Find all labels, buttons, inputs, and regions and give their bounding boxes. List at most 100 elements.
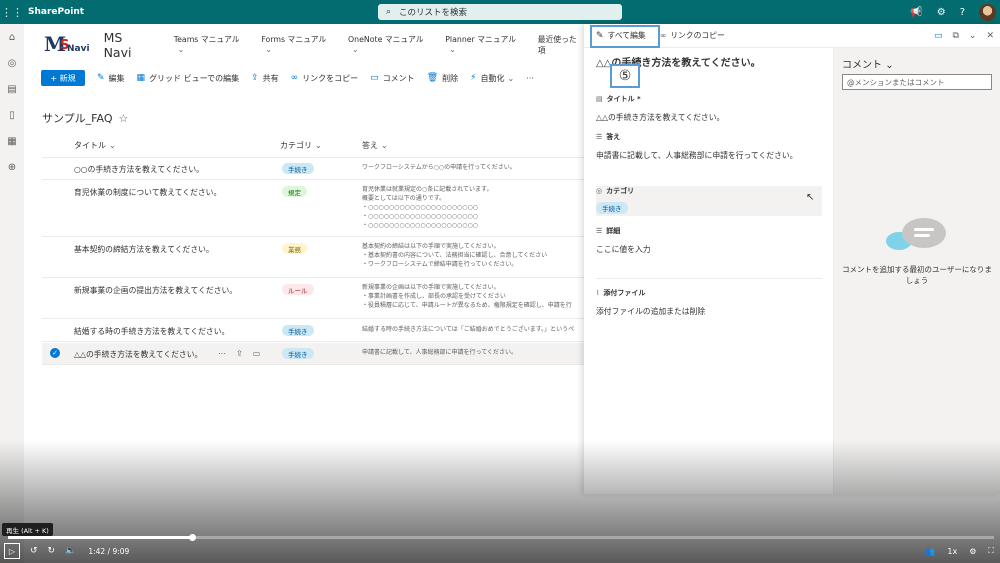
rewind-icon[interactable]: ↺	[30, 546, 38, 556]
automate-label: 自動化	[480, 73, 505, 83]
help-icon[interactable]: ?	[960, 7, 965, 18]
category-pill: 業務	[282, 243, 307, 254]
progress-fill	[8, 536, 193, 539]
document-icon[interactable]: ▯	[9, 110, 15, 121]
comment-toggle-icon[interactable]: ▭	[934, 31, 943, 41]
more-icon[interactable]: ⋯	[218, 349, 226, 358]
column-header-category[interactable]: カテゴリ ⌄	[280, 140, 322, 151]
row-checkmark-icon[interactable]: ✓	[50, 348, 60, 358]
nav-item-forms[interactable]: Forms マニュアル⌄	[261, 34, 336, 56]
more-button[interactable]: ···	[526, 74, 534, 83]
forward-icon[interactable]: ↻	[48, 546, 56, 556]
settings-icon[interactable]: ⚙	[969, 547, 976, 556]
home-icon[interactable]: ⌂	[9, 32, 15, 43]
table-row[interactable]: 新規事業の企画の提出方法を教えてください。 ルール 新規事業の企画は以下の手順で…	[42, 279, 587, 319]
open-window-icon[interactable]: ⧉	[952, 31, 958, 41]
grid-label: グリッド ビューでの編集	[149, 73, 240, 83]
paperclip-icon: ⌇	[596, 289, 600, 297]
list-icon[interactable]: ▦	[7, 136, 16, 147]
list-title-text: サンプル_FAQ	[42, 112, 113, 125]
nav-item-onenote[interactable]: OneNote マニュアル⌄	[348, 34, 433, 56]
comment-icon[interactable]: ▭	[253, 349, 261, 358]
column-header-answer[interactable]: 答え ⌄	[362, 140, 388, 151]
field-value[interactable]: 添付ファイルの追加または削除	[596, 306, 822, 317]
site-header: M S Navi MS Navi Teams マニュアル⌄ Forms マニュア…	[24, 24, 584, 66]
table-row[interactable]: 基本契約の締結方法を教えてください。 業務 基本契約の締結は以下の手順で実施して…	[42, 238, 587, 278]
field-answer[interactable]: ☰ 答え 申請書に記載して、人事総務部に申請を行ってください。	[596, 132, 822, 161]
link-icon: ∞	[659, 31, 667, 40]
site-title[interactable]: MS Navi	[104, 30, 154, 60]
column-header-title[interactable]: タイトル ⌄	[74, 140, 116, 151]
grid-icon: ▦	[136, 73, 146, 83]
brand-name[interactable]: SharePoint	[28, 7, 84, 17]
nav-label: 最近使った項	[537, 35, 577, 55]
field-attachments[interactable]: ⌇ 添付ファイル 添付ファイルの追加または削除	[596, 288, 822, 317]
chevron-down-icon: ⌄	[352, 45, 359, 54]
fullscreen-icon[interactable]: ⛶	[988, 546, 994, 556]
table-row[interactable]: 結婚する時の手続き方法を教えてください。 手続き 結婚する時の手続き方法について…	[42, 320, 587, 342]
mouse-cursor-icon: ↖	[806, 192, 815, 203]
nav-item-recent[interactable]: 最近使った項	[538, 34, 584, 56]
avatar[interactable]	[979, 3, 996, 21]
comments-header[interactable]: コメント ⌄	[842, 56, 894, 71]
people-icon[interactable]: 👥	[925, 547, 935, 556]
chevron-down-icon: ⌄	[449, 45, 456, 54]
chevron-down-icon[interactable]: ⌄	[969, 31, 977, 41]
globe-icon[interactable]: ◎	[8, 58, 17, 69]
edit-button[interactable]: ✎ 編集	[97, 73, 125, 84]
comments-illustration-icon	[884, 218, 954, 258]
nav-item-teams[interactable]: Teams マニュアル⌄	[174, 34, 250, 56]
field-title[interactable]: ▤ タイトル * △△の手続き方法を教えてください。	[596, 94, 822, 123]
answer-line: ワークフローシステムから○○の申請を行ってください。	[362, 164, 516, 171]
top-nav: Teams マニュアル⌄ Forms マニュアル⌄ OneNote マニュアル⌄…	[174, 34, 584, 56]
megaphone-icon[interactable]: 📢	[910, 7, 922, 18]
comment-button[interactable]: ▭ コメント	[370, 73, 415, 84]
video-progress-bar[interactable]	[8, 534, 994, 541]
close-icon[interactable]: ✕	[986, 31, 994, 41]
copy-link-button[interactable]: ∞ リンクのコピー	[660, 30, 725, 41]
table-row-selected[interactable]: ✓ △△の手続き方法を教えてください。 ⋯ ⇪ ▭ 手続き 申請書に記載して、人…	[42, 343, 587, 365]
row-title[interactable]: 結婚する時の手続き方法を教えてください。	[74, 326, 229, 337]
play-icon[interactable]: ▷	[4, 543, 20, 559]
delete-label: 削除	[442, 73, 459, 83]
nav-item-planner[interactable]: Planner マニュアル⌄	[445, 34, 525, 56]
row-title[interactable]: 育児休業の制度について教えてください。	[74, 187, 221, 198]
row-title[interactable]: ○○の手続き方法を教えてください。	[74, 164, 204, 175]
field-category[interactable]: ◎ カテゴリ 手続き	[596, 186, 822, 216]
trash-icon: 🗑	[426, 73, 439, 83]
copylink-label: リンクをコピー	[302, 73, 359, 83]
table-row[interactable]: ○○の手続き方法を教えてください。 手続き ワークフローシステムから○○の申請を…	[42, 158, 587, 180]
row-title[interactable]: △△の手続き方法を教えてください。	[74, 349, 202, 360]
share-label: 共有	[262, 73, 279, 83]
add-circle-icon[interactable]: ⊕	[8, 162, 16, 173]
new-button[interactable]: + 新規	[41, 70, 85, 86]
copy-link-button[interactable]: ∞ リンクをコピー	[291, 73, 359, 84]
comment-input[interactable]: @メンションまたはコメント	[842, 74, 992, 90]
volume-icon[interactable]: 🔈	[65, 546, 76, 556]
step-marker: ⑤	[610, 64, 640, 88]
row-answer: 基本契約の締結は以下の手順で実施してください。 ・基本契約書の内容について、法務…	[362, 242, 587, 269]
field-value[interactable]: ここに値を入力	[596, 244, 822, 255]
command-bar: + 新規 ✎ 編集 ▦ グリッド ビューでの編集 ⇪ 共有 ∞ リンクをコピー ▭ コメン…	[24, 66, 584, 90]
grid-edit-button[interactable]: ▦ グリッド ビューでの編集	[137, 73, 240, 84]
row-title[interactable]: 新規事業の企画の提出方法を教えてください。	[74, 285, 237, 296]
table-row[interactable]: 育児休業の制度について教えてください。 規定 育児休業は就業規定の○条に記載され…	[42, 181, 587, 237]
gear-icon[interactable]: ⚙	[937, 7, 946, 18]
site-logo[interactable]: M S Navi	[44, 30, 90, 60]
app-launcher-icon[interactable]: ⋮⋮	[0, 0, 24, 24]
speed-button[interactable]: 1x	[947, 547, 957, 556]
field-value[interactable]: 申請書に記載して、人事総務部に申請を行ってください。	[596, 150, 822, 161]
field-detail[interactable]: ☰ 詳細 ここに値を入力	[596, 226, 822, 255]
star-icon[interactable]: ☆	[118, 112, 128, 125]
answer-line: 結婚する時の手続き方法については「ご結婚おめでとうございます。」というペ	[362, 326, 575, 333]
multiline-field-icon: ☰	[596, 133, 603, 141]
news-icon[interactable]: ▤	[7, 84, 16, 95]
search-box[interactable]: ⌕ このリストを検索	[378, 4, 622, 20]
field-value[interactable]: △△の手続き方法を教えてください。	[596, 112, 822, 123]
automate-button[interactable]: ⚡ 自動化 ⌄	[470, 73, 514, 84]
row-title[interactable]: 基本契約の締結方法を教えてください。	[74, 244, 214, 255]
share-button[interactable]: ⇪ 共有	[251, 73, 279, 84]
delete-button[interactable]: 🗑 削除	[427, 73, 458, 84]
answer-line: 基本契約の締結は以下の手順で実施してください。	[362, 243, 500, 250]
share-icon[interactable]: ⇪	[236, 349, 243, 358]
